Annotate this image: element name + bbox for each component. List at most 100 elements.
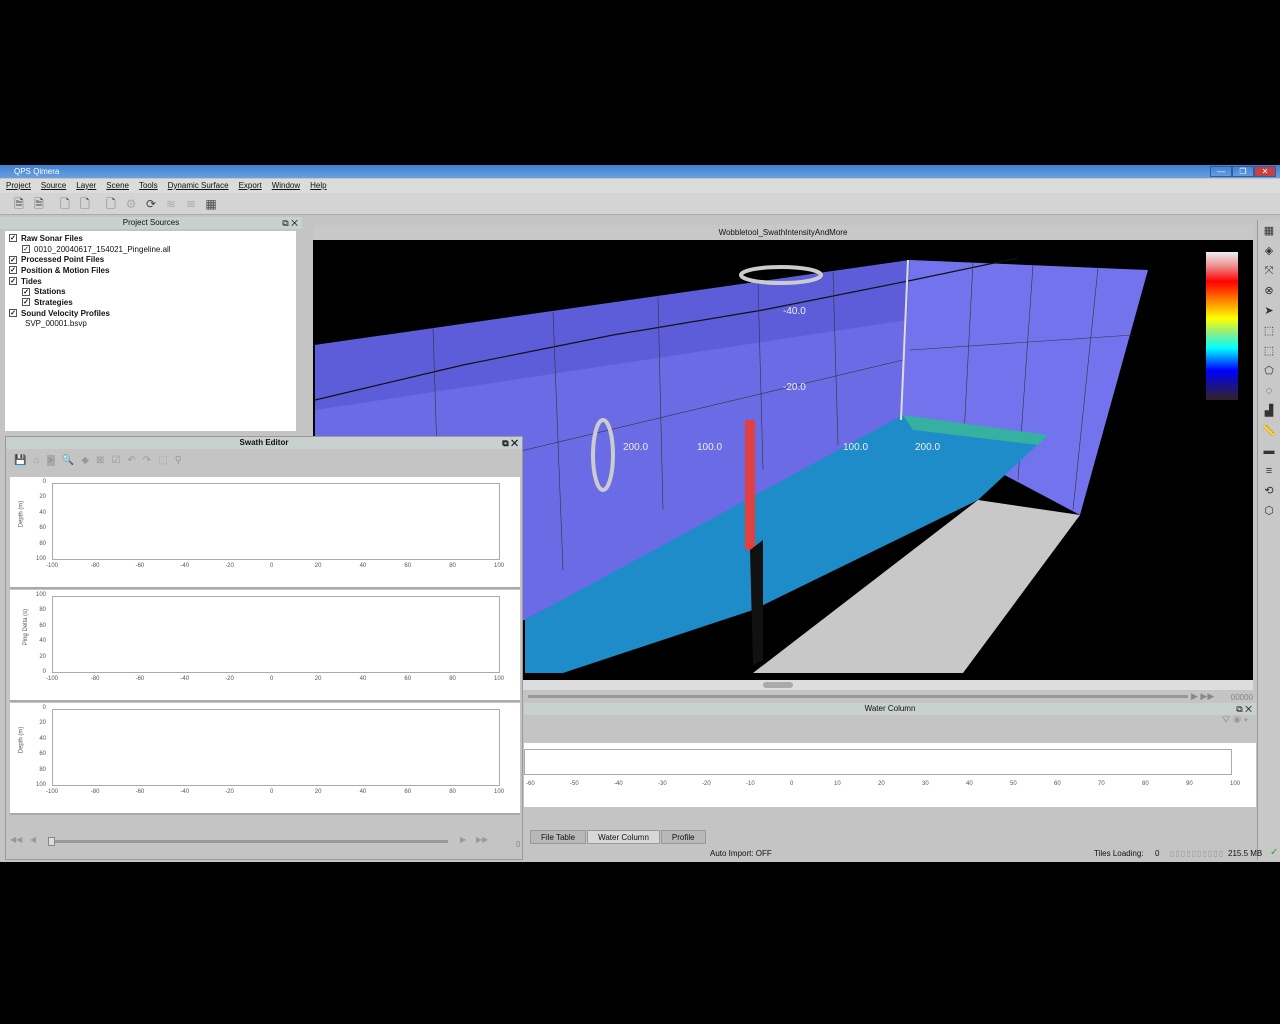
swath-chart[interactable]: Depth (m) 0 20 40 60 80 100 -100 -80 -60 -40 -20 0 20… [10, 703, 520, 815]
fit-icon[interactable]: ⊗ [1260, 282, 1278, 300]
swath-chart[interactable]: Depth (m) 0 20 40 60 80 100 -100 -80 -60 -40 -20 0 20… [10, 477, 520, 589]
bottom-tabs: File Table Water Column Profile [530, 830, 707, 844]
x-tick-label: 20 [878, 781, 885, 787]
add-points-icon[interactable]: 🗋 [78, 197, 92, 211]
menu-export[interactable]: Export [239, 179, 262, 193]
colormap-icon[interactable]: ▬ [1260, 442, 1278, 460]
menu-tools[interactable]: Tools [139, 179, 158, 193]
swath-chart[interactable]: Ping Delta (s) 100 80 60 40 20 0 -100 -80 -60 -40-… [10, 590, 520, 702]
x-tick-label: -80 [90, 563, 100, 569]
process-gears-icon[interactable]: ⚙ [124, 197, 138, 211]
panel-header: Swath Editor ⧉ ✕ [6, 437, 522, 449]
x-tick-label: -100 [46, 676, 59, 682]
y-axis-label: Depth (m) [18, 726, 25, 754]
last-ping-button[interactable]: ▶▶ [476, 835, 488, 844]
menu-layer[interactable]: Layer [76, 179, 96, 193]
checkbox[interactable]: ✓ [22, 298, 30, 307]
menu-window[interactable]: Window [272, 179, 300, 193]
menu-scene[interactable]: Scene [106, 179, 129, 193]
checkbox[interactable]: ✓ [9, 266, 17, 275]
tab-profile[interactable]: Profile [660, 830, 706, 844]
float-close-icons[interactable]: ⧉ ✕ [502, 437, 518, 449]
add-raw-sonar-icon[interactable]: 🗋 [58, 197, 72, 211]
x-tick-label: 80 [1142, 781, 1149, 787]
checkbox[interactable]: ✓ [9, 309, 17, 318]
pin-icon[interactable]: ⚲ [175, 455, 182, 466]
surface-icon[interactable]: ≋ [164, 197, 178, 211]
next-ping-button[interactable]: ▶ [460, 835, 466, 844]
play-buttons[interactable]: ▶ ▶▶ [1191, 691, 1214, 702]
prev-ping-button[interactable]: ◀ [30, 835, 36, 844]
menu-source[interactable]: Source [41, 179, 66, 193]
accept-icon[interactable]: ☑ [111, 455, 120, 466]
pointer-icon[interactable]: ➤ [46, 454, 55, 466]
redo-icon[interactable]: ↷ [143, 455, 151, 466]
zoom-extents-icon[interactable]: ⤧ [1260, 262, 1278, 280]
ping-slider[interactable] [48, 837, 448, 846]
pointer-icon[interactable]: ➤ [1260, 302, 1278, 320]
dynamic-surface-icon[interactable]: ▦ [204, 197, 218, 211]
swath-editor-panel: Swath Editor ⧉ ✕ 💾 ⌂ ➤ 🔍 ◆ ⊠ ☑ ↶ ↷ ⬚ ⚲ Depth (m) 0 20… [5, 436, 523, 860]
x-tick-label: -20 [225, 563, 234, 569]
minimize-button[interactable]: — [1210, 166, 1232, 177]
stack-icon[interactable]: ≡ [1260, 462, 1278, 480]
float-close-icons[interactable]: ⧉ ✕ [282, 217, 298, 229]
plot-area[interactable] [52, 596, 500, 673]
open-project-icon[interactable]: 🗎 [32, 197, 46, 211]
ruler-icon[interactable]: 📏 [1260, 422, 1278, 440]
home-icon[interactable]: ⌂ [33, 455, 39, 466]
source-tree-item[interactable]: ✓ Sound Velocity Profiles [5, 308, 296, 319]
plot-area[interactable] [52, 709, 500, 786]
playback-slider[interactable] [528, 695, 1188, 698]
zoom-icon[interactable]: 🔍 [62, 455, 74, 466]
reject-icon[interactable]: ⊠ [96, 455, 104, 466]
source-tree-item[interactable]: ✓ Position & Motion Files [5, 265, 296, 276]
float-close-icons[interactable]: ⧉ ✕ [1236, 703, 1252, 715]
source-tree-item[interactable]: ✓ Strategies [5, 297, 296, 308]
menu-help[interactable]: Help [310, 179, 326, 193]
memory-usage: 215.5 MB [1228, 849, 1263, 858]
select-icon[interactable]: ⬚ [1260, 322, 1278, 340]
undo-icon[interactable]: ↶ [127, 455, 135, 466]
checkbox[interactable]: ✓ [22, 287, 30, 296]
first-ping-button[interactable]: ◀◀ [10, 835, 22, 844]
lasso-icon[interactable]: ◌ [1260, 382, 1278, 400]
poly-select-icon[interactable]: ⬠ [1260, 362, 1278, 380]
rect-select-icon[interactable]: ⬚ [1260, 342, 1278, 360]
checkbox[interactable]: ✓ [9, 277, 17, 286]
add-svp-icon[interactable]: 🗋 [104, 197, 118, 211]
maximize-button[interactable]: ❐ [1232, 166, 1254, 177]
menu-project[interactable]: Project [6, 179, 31, 193]
close-button[interactable]: ✕ [1254, 166, 1276, 177]
checkbox[interactable]: ✓ [9, 234, 17, 243]
source-tree-item[interactable]: ✓ Stations [5, 286, 296, 297]
source-label: Processed Point Files [21, 255, 105, 265]
new-project-icon[interactable]: 🗎 [12, 197, 26, 211]
plot-area[interactable] [52, 483, 500, 560]
grid-icon[interactable]: ▦ [1260, 222, 1278, 240]
menu-dynamic-surface[interactable]: Dynamic Surface [168, 179, 229, 193]
x-tick-label: 20 [314, 789, 322, 795]
source-tree-item[interactable]: ✓ Tides [5, 276, 296, 287]
x-tick-label: 100 [494, 789, 505, 795]
erase-icon[interactable]: ◆ [81, 455, 89, 466]
wc-tools[interactable]: ⛛ ◉ ▾ [524, 715, 1256, 735]
save-icon[interactable]: 💾 [14, 455, 26, 466]
checkbox[interactable]: ✓ [22, 245, 30, 254]
rotate-icon[interactable]: ⟲ [1260, 482, 1278, 500]
source-tree-item[interactable]: ✓ 0010_20040617_154021_Pingeline.all [5, 244, 296, 255]
source-tree-item[interactable]: SVP_00001.bsvp [5, 319, 296, 330]
refresh-icon[interactable]: ⟳ [144, 197, 158, 211]
profile-icon[interactable]: ▟ [1260, 402, 1278, 420]
filter-icon[interactable]: ⬚ [158, 455, 167, 466]
source-tree-item[interactable]: ✓ Processed Point Files [5, 254, 296, 265]
cube-icon[interactable]: ⬡ [1260, 502, 1278, 520]
tab-file-table[interactable]: File Table [530, 830, 587, 844]
y-tick-label: 0 [42, 479, 46, 485]
tab-water-column[interactable]: Water Column [587, 830, 660, 844]
source-tree-item[interactable]: ✓ Raw Sonar Files [5, 233, 296, 244]
checkbox[interactable]: ✓ [9, 255, 17, 264]
layers-icon[interactable]: ◈ [1260, 242, 1278, 260]
surface-lock-icon[interactable]: ≋ [184, 197, 198, 211]
panel-header: Water Column ⧉ ✕ [524, 703, 1256, 715]
